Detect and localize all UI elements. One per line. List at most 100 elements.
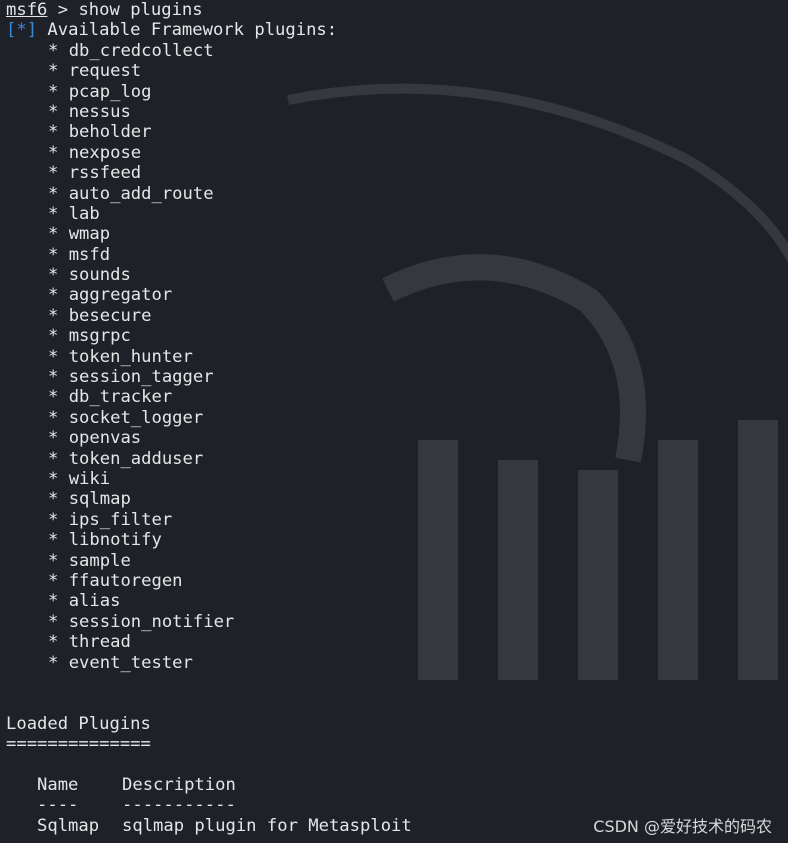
bullet-marker: *: [48, 244, 69, 265]
plugin-list-item: * rssfeed: [6, 163, 788, 183]
plugin-name: aggregator: [68, 285, 173, 306]
bullet-marker: *: [48, 305, 69, 326]
bullet-marker: *: [48, 326, 69, 347]
plugin-name: rssfeed: [68, 163, 142, 184]
plugin-name: sample: [68, 550, 131, 571]
plugin-list-item: * msgrpc: [6, 326, 788, 346]
bullet-marker: *: [48, 81, 69, 102]
bullet-marker: *: [48, 163, 69, 184]
plugin-list-item: * token_hunter: [6, 347, 788, 367]
available-plugins-heading: [*] Available Framework plugins:: [6, 20, 788, 40]
prompt-separator: >: [47, 0, 79, 20]
plugin-list-item: * sqlmap: [6, 489, 788, 509]
loaded-plugins-heading: Loaded Plugins: [6, 713, 151, 734]
plugin-list-item: * lab: [6, 204, 788, 224]
plugin-list-item: * db_tracker: [6, 387, 788, 407]
plugin-name: session_notifier: [68, 611, 235, 632]
plugin-list-item: * pcap_log: [6, 82, 788, 102]
bullet-marker: *: [48, 265, 69, 286]
bullet-marker: *: [48, 40, 69, 61]
plugin-name: token_adduser: [68, 448, 204, 469]
plugin-name: beholder: [68, 122, 152, 143]
bullet-marker: *: [48, 570, 69, 591]
plugin-name: libnotify: [68, 530, 162, 551]
plugin-list-item: * session_tagger: [6, 367, 788, 387]
prompt-line[interactable]: msf6 > show plugins: [6, 0, 788, 20]
bullet-marker: *: [48, 632, 69, 653]
plugin-list-item: * alias: [6, 591, 788, 611]
plugin-name: besecure: [68, 305, 152, 326]
plugin-list-item: * wmap: [6, 224, 788, 244]
plugin-list-item: * nessus: [6, 102, 788, 122]
plugin-list-item: * openvas: [6, 428, 788, 448]
plugin-name: wmap: [68, 224, 111, 245]
plugin-list-item: * db_credcollect: [6, 41, 788, 61]
bullet-marker: *: [48, 489, 69, 510]
available-heading-text: Available Framework plugins:: [37, 20, 338, 41]
csdn-watermark: CSDN @爱好技术的码农: [593, 817, 772, 836]
plugin-list-item: * beholder: [6, 122, 788, 142]
bullet-marker: *: [48, 367, 69, 388]
prompt-name: msf6: [6, 0, 48, 20]
column-rule-name: ----: [37, 795, 79, 816]
bullet-marker: *: [48, 652, 69, 673]
prompt-command: show plugins: [78, 0, 203, 20]
column-rule-description: -----------: [122, 795, 236, 816]
bullet-marker: *: [48, 142, 69, 163]
plugin-name: thread: [68, 632, 131, 653]
bullet-marker: *: [48, 468, 69, 489]
plugin-name: pcap_log: [68, 81, 152, 102]
bullet-marker: *: [48, 550, 69, 571]
table-header-row: Name Description: [6, 775, 788, 795]
loaded-plugins-underline: ==============: [6, 734, 151, 755]
plugin-list-item: * libnotify: [6, 530, 788, 550]
plugin-list-item: * auto_add_route: [6, 184, 788, 204]
bullet-marker: *: [48, 591, 69, 612]
plugin-name: db_credcollect: [68, 40, 214, 61]
plugin-list-item: * sounds: [6, 265, 788, 285]
plugin-name: ffautoregen: [68, 570, 183, 591]
info-tag: [*]: [6, 20, 38, 41]
plugin-name: session_tagger: [68, 367, 214, 388]
plugin-name: openvas: [68, 428, 142, 449]
bullet-marker: *: [48, 101, 69, 122]
bullet-marker: *: [48, 509, 69, 530]
plugin-name: sqlmap: [68, 489, 131, 510]
plugin-name: wiki: [68, 468, 111, 489]
plugin-name: ips_filter: [68, 509, 173, 530]
plugin-name: request: [68, 61, 142, 82]
bullet-marker: *: [48, 224, 69, 245]
plugin-name: socket_logger: [68, 407, 204, 428]
plugin-list: * db_credcollect * request * pcap_log * nes…: [6, 41, 788, 673]
bullet-marker: *: [48, 346, 69, 367]
plugin-list-item: * session_notifier: [6, 612, 788, 632]
plugin-name: nessus: [68, 101, 131, 122]
bullet-marker: *: [48, 407, 69, 428]
plugin-list-item: * ffautoregen: [6, 571, 788, 591]
plugin-list-item: * socket_logger: [6, 408, 788, 428]
plugin-list-item: * token_adduser: [6, 449, 788, 469]
bullet-marker: *: [48, 530, 69, 551]
plugin-name: alias: [68, 591, 121, 612]
plugin-list-item: * event_tester: [6, 653, 788, 673]
row-name: Sqlmap: [37, 815, 100, 836]
plugin-name: event_tester: [68, 652, 193, 673]
bullet-marker: *: [48, 203, 69, 224]
column-header-name: Name: [37, 774, 79, 795]
plugin-list-item: * aggregator: [6, 285, 788, 305]
plugin-list-item: * nexpose: [6, 143, 788, 163]
plugin-list-item: * wiki: [6, 469, 788, 489]
plugin-list-item: * thread: [6, 632, 788, 652]
bullet-marker: *: [48, 61, 69, 82]
bullet-marker: *: [48, 448, 69, 469]
plugin-name: db_tracker: [68, 387, 173, 408]
plugin-name: nexpose: [68, 142, 142, 163]
plugin-name: auto_add_route: [68, 183, 214, 204]
terminal-output: msf6 > show plugins [*] Available Framew…: [6, 0, 788, 843]
plugin-name: lab: [68, 203, 100, 224]
plugin-list-item: * request: [6, 61, 788, 81]
plugin-name: token_hunter: [68, 346, 193, 367]
